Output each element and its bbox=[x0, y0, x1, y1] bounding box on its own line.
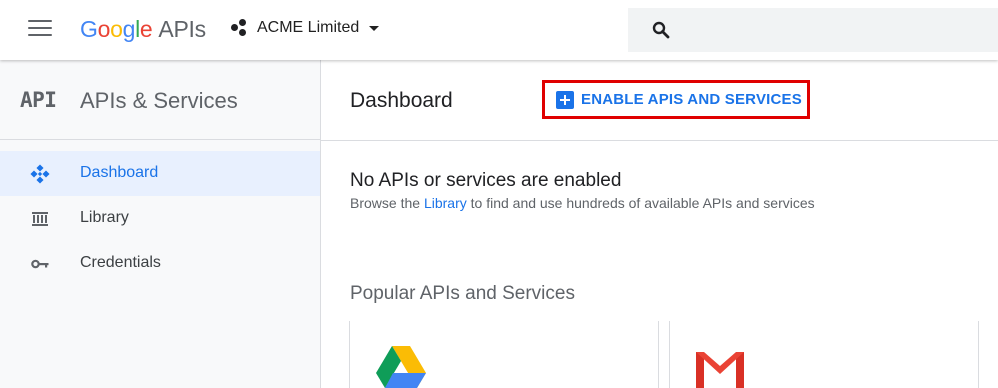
page-header: Dashboard ENABLE APIS AND SERVICES bbox=[321, 60, 998, 141]
api-badge-icon: API bbox=[20, 88, 57, 112]
chevron-down-icon bbox=[369, 25, 380, 31]
empty-state-title: No APIs or services are enabled bbox=[350, 170, 622, 191]
search-input[interactable] bbox=[628, 8, 998, 52]
enable-apis-button[interactable]: ENABLE APIS AND SERVICES bbox=[542, 80, 810, 119]
page-title: Dashboard bbox=[350, 89, 453, 112]
search-icon bbox=[652, 21, 670, 39]
empty-desc-text: to find and use hundreds of available AP… bbox=[466, 195, 815, 211]
google-apis-logo[interactable]: Google APIs bbox=[80, 16, 206, 43]
library-icon bbox=[32, 212, 48, 226]
project-icon bbox=[230, 18, 250, 38]
key-icon bbox=[31, 259, 49, 269]
sidebar-item-label: Library bbox=[80, 209, 129, 226]
sidebar-item-library[interactable]: Library bbox=[0, 196, 320, 241]
library-link[interactable]: Library bbox=[424, 195, 467, 211]
add-box-icon bbox=[556, 90, 574, 109]
google-drive-icon bbox=[376, 346, 426, 388]
sidebar-item-label: Dashboard bbox=[80, 164, 159, 181]
empty-state-description: Browse the Library to find and use hundr… bbox=[350, 195, 815, 211]
gmail-icon bbox=[696, 350, 744, 388]
project-selector[interactable]: ACME Limited bbox=[230, 18, 380, 38]
enable-apis-label: ENABLE APIS AND SERVICES bbox=[581, 91, 802, 108]
sidebar-item-credentials[interactable]: Credentials bbox=[0, 241, 320, 286]
api-card-gmail[interactable] bbox=[669, 321, 979, 388]
empty-desc-text: Browse the bbox=[350, 195, 424, 211]
project-name: ACME Limited bbox=[257, 19, 360, 36]
main-menu-button[interactable] bbox=[28, 20, 52, 38]
popular-section-title: Popular APIs and Services bbox=[350, 283, 575, 304]
sidebar-item-label: Credentials bbox=[80, 254, 161, 271]
sidebar-header: API APIs & Services bbox=[0, 60, 320, 140]
sidebar-title: APIs & Services bbox=[80, 88, 238, 113]
api-card-drive[interactable] bbox=[349, 321, 659, 388]
dashboard-icon bbox=[30, 164, 50, 184]
sidebar: API APIs & Services Dashboard Library Cr… bbox=[0, 60, 321, 388]
top-bar: Google APIs ACME Limited bbox=[0, 0, 998, 60]
sidebar-item-dashboard[interactable]: Dashboard bbox=[0, 151, 320, 196]
